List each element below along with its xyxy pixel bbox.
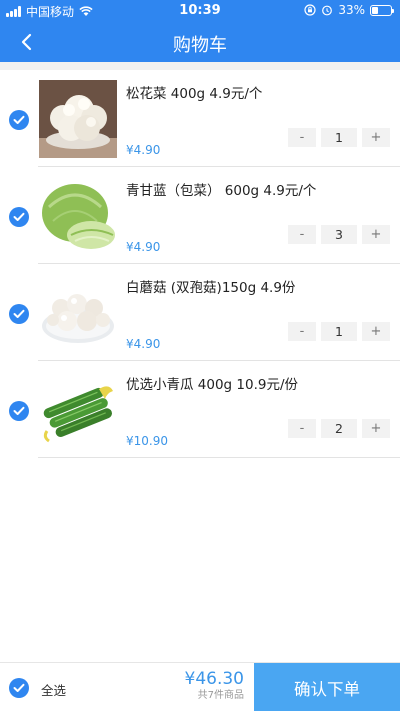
battery-level-fill — [372, 6, 378, 14]
total-amount: ¥46.30 — [184, 669, 244, 689]
quantity-stepper: - 3 + — [288, 225, 390, 244]
battery-icon — [370, 4, 394, 16]
alarm-icon — [322, 5, 333, 16]
increase-button[interactable]: + — [362, 322, 390, 341]
increase-button[interactable]: + — [362, 225, 390, 244]
cart-item: 青甘蓝（包菜） 600g 4.9元/个 ¥4.90 - 3 + — [0, 167, 400, 264]
quantity-stepper: - 1 + — [288, 128, 390, 147]
quantity-value[interactable]: 2 — [321, 419, 357, 438]
battery-percent: 33% — [338, 3, 365, 17]
quantity-stepper: - 1 + — [288, 322, 390, 341]
quantity-value[interactable]: 1 — [321, 128, 357, 147]
decrease-button[interactable]: - — [288, 225, 316, 244]
product-image-cauliflower — [39, 80, 117, 158]
select-all-label[interactable]: 全选 — [41, 680, 66, 699]
top-divider — [0, 62, 400, 70]
product-price: ¥4.90 — [126, 240, 161, 254]
top-bar: 中国移动 10:39 33% 购物车 — [0, 0, 400, 62]
quantity-stepper: - 2 + — [288, 419, 390, 438]
cart-item: 白蘑菇 (双孢菇)150g 4.9份 ¥4.90 - 1 + — [0, 264, 400, 361]
product-name: 优选小青瓜 400g 10.9元/份 — [126, 377, 299, 393]
item-count: 共7件商品 — [197, 690, 244, 701]
checkmark-icon — [13, 683, 25, 692]
cart-item: 松花菜 400g 4.9元/个 ¥4.90 - 1 + — [0, 70, 400, 167]
increase-button[interactable]: + — [362, 128, 390, 147]
item-checkbox[interactable] — [9, 110, 29, 130]
quantity-value[interactable]: 1 — [321, 322, 357, 341]
decrease-button[interactable]: - — [288, 322, 316, 341]
confirm-order-button[interactable]: 确认下单 — [254, 663, 400, 711]
product-name: 松花菜 400g 4.9元/个 — [126, 86, 263, 102]
decrease-button[interactable]: - — [288, 419, 316, 438]
item-divider — [38, 457, 400, 458]
orientation-lock-icon — [304, 4, 316, 16]
item-checkbox[interactable] — [9, 304, 29, 324]
cart-item: 优选小青瓜 400g 10.9元/份 ¥10.90 - 2 + — [0, 361, 400, 458]
item-checkbox[interactable] — [9, 401, 29, 421]
product-name: 白蘑菇 (双孢菇)150g 4.9份 — [126, 280, 296, 296]
product-price: ¥4.90 — [126, 143, 161, 157]
product-image-cucumbers — [39, 371, 117, 449]
product-price: ¥10.90 — [126, 434, 168, 448]
cart-list: 松花菜 400g 4.9元/个 ¥4.90 - 1 + 青甘蓝（包菜） 600g… — [0, 70, 400, 458]
page-title: 购物车 — [173, 35, 227, 56]
quantity-value[interactable]: 3 — [321, 225, 357, 244]
product-name: 青甘蓝（包菜） 600g 4.9元/个 — [126, 183, 317, 199]
checkout-bar: 全选 ¥46.30 共7件商品 确认下单 — [0, 662, 400, 711]
item-checkbox[interactable] — [9, 207, 29, 227]
nav-bar: 购物车 — [0, 22, 400, 62]
product-price: ¥4.90 — [126, 337, 161, 351]
checkmark-icon — [13, 309, 25, 318]
checkmark-icon — [13, 212, 25, 221]
status-bar: 中国移动 10:39 33% — [0, 0, 400, 22]
select-all-checkbox[interactable] — [9, 678, 29, 698]
product-image-mushrooms — [39, 274, 117, 352]
checkmark-icon — [13, 406, 25, 415]
increase-button[interactable]: + — [362, 419, 390, 438]
product-image-cabbage — [39, 177, 117, 255]
decrease-button[interactable]: - — [288, 128, 316, 147]
checkmark-icon — [13, 115, 25, 124]
order-total: ¥46.30 共7件商品 — [185, 669, 244, 702]
